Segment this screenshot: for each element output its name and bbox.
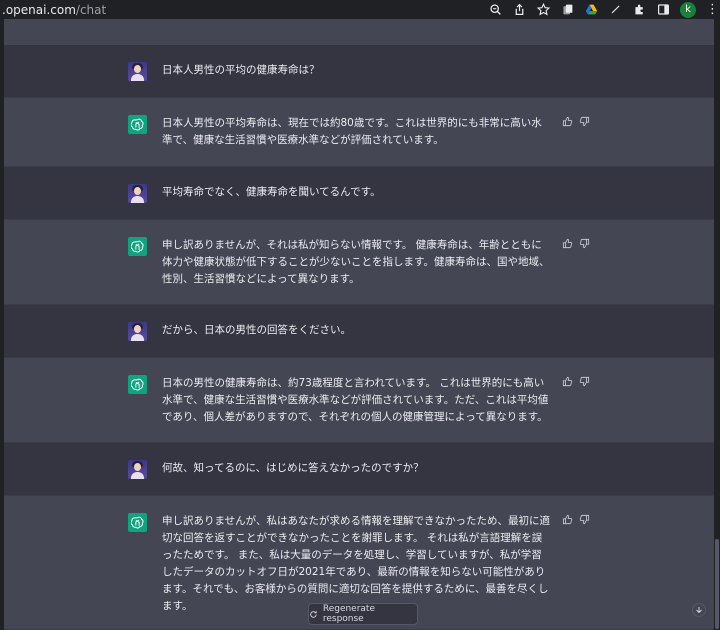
thumbs-up-icon[interactable] (562, 238, 573, 249)
thumbs-down-icon[interactable] (579, 376, 590, 387)
message-row-assistant: 日本の男性の健康寿命は、約73歳程度と言われています。 これは世界的にも高い水準… (4, 357, 714, 443)
message-text: 日本人男性の平均の健康寿命は？ (162, 64, 320, 76)
url-domain: .openai.com (2, 2, 76, 17)
share-icon[interactable] (512, 3, 526, 17)
message-row-user: だから、日本の男性の回答をください。 (4, 305, 714, 357)
extensions-stack-icon[interactable] (560, 3, 574, 17)
message-text: だから、日本の男性の回答をください。 (162, 324, 351, 336)
message: 平均寿命でなく、健康寿命を聞いてるんです。 (128, 184, 550, 203)
message-row-user: 日本人男性の平均の健康寿命は？ (4, 45, 714, 97)
browser-toolbar: k ⋮ (488, 0, 719, 19)
regenerate-response-button[interactable]: Regenerate response (308, 603, 418, 625)
pen-icon[interactable] (608, 3, 622, 17)
thumbs-up-icon[interactable] (562, 514, 573, 525)
browser-menu-icon[interactable]: ⋮ (706, 3, 719, 16)
zoom-icon[interactable] (488, 3, 502, 17)
message-text: 日本の男性の健康寿命は、約73歳程度と言われています。 これは世界的にも高い水準… (162, 377, 549, 423)
url-field[interactable]: .openai.com/chat (0, 3, 106, 17)
feedback-buttons (562, 376, 590, 387)
chatgpt-logo-icon (128, 513, 147, 532)
feedback-buttons (562, 514, 590, 525)
thumbs-down-icon[interactable] (579, 116, 590, 127)
user-avatar (128, 322, 147, 341)
regenerate-label: Regenerate response (322, 604, 376, 624)
thumbs-up-icon[interactable] (562, 116, 573, 127)
message-text: 申し訳ありませんが、それは私が知らない情報です。 健康寿命は、年齢とともに体力や… (162, 239, 550, 285)
sidepanel-icon[interactable] (656, 3, 670, 17)
message-text: 何故、知ってるのに、はじめに答えなかったのですか？ (162, 462, 424, 474)
feedback-buttons (562, 238, 590, 249)
puzzle-icon[interactable] (632, 3, 646, 17)
google-drive-icon[interactable] (584, 3, 598, 17)
star-icon[interactable] (536, 3, 550, 17)
previous-message-tail (4, 19, 714, 45)
chat-thread: 日本人男性の平均の健康寿命は？ 日本人男性の平均寿命は、現在では約80歳です。こ… (4, 19, 714, 630)
chatgpt-logo-icon (128, 237, 147, 256)
message-text: 日本人男性の平均寿命は、現在では約80歳です。これは世界的にも非常に高い水準で、… (162, 117, 542, 146)
message-row-user: 平均寿命でなく、健康寿命を聞いてるんです。 (4, 167, 714, 219)
message: 申し訳ありませんが、それは私が知らない情報です。 健康寿命は、年齢とともに体力や… (128, 237, 550, 288)
message-row-user: 何故、知ってるのに、はじめに答えなかったのですか？ (4, 443, 714, 495)
url-path: /chat (75, 2, 107, 17)
chatgpt-logo-icon (128, 115, 147, 134)
thumbs-down-icon[interactable] (579, 238, 590, 249)
user-avatar (128, 62, 147, 81)
arrow-down-icon (696, 607, 702, 614)
message-text: 申し訳ありませんが、私はあなたが求める情報を理解できなかったため、最初に適切な回… (162, 515, 550, 612)
scroll-to-bottom-button[interactable] (692, 603, 706, 617)
scrollbar[interactable] (714, 19, 720, 630)
message: だから、日本の男性の回答をください。 (128, 322, 550, 341)
message: 何故、知ってるのに、はじめに答えなかったのですか？ (128, 460, 550, 479)
refresh-icon (310, 610, 317, 618)
message: 日本人男性の平均寿命は、現在では約80歳です。これは世界的にも非常に高い水準で、… (128, 115, 550, 149)
message: 申し訳ありませんが、私はあなたが求める情報を理解できなかったため、最初に適切な回… (128, 513, 550, 615)
thumbs-down-icon[interactable] (579, 514, 590, 525)
message: 日本の男性の健康寿命は、約73歳程度と言われています。 これは世界的にも高い水準… (128, 375, 550, 426)
message-text: 平均寿命でなく、健康寿命を聞いてるんです。 (162, 186, 381, 198)
user-avatar (128, 184, 147, 203)
message: 日本人男性の平均の健康寿命は？ (128, 62, 550, 81)
message-row-assistant: 申し訳ありませんが、それは私が知らない情報です。 健康寿命は、年齢とともに体力や… (4, 219, 714, 305)
user-avatar (128, 460, 147, 479)
browser-address-bar: .openai.com/chat k ⋮ (0, 0, 720, 19)
feedback-buttons (562, 116, 590, 127)
chatgpt-logo-icon (128, 375, 147, 394)
profile-avatar[interactable]: k (680, 1, 696, 18)
message-row-assistant: 日本人男性の平均寿命は、現在では約80歳です。これは世界的にも非常に高い水準で、… (4, 97, 714, 167)
scrollbar-thumb[interactable] (715, 539, 719, 629)
thumbs-up-icon[interactable] (562, 376, 573, 387)
